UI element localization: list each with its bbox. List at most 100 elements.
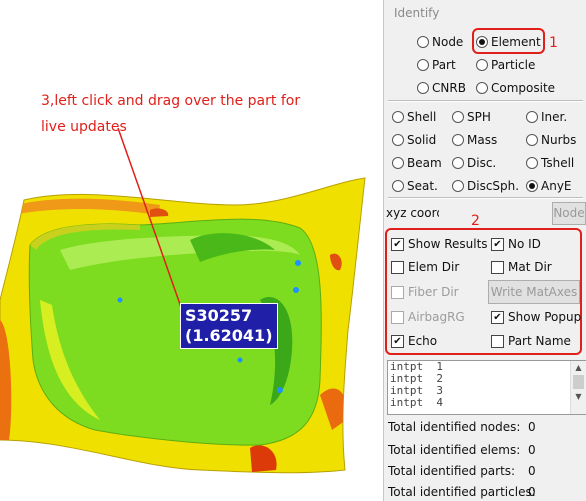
- checkbox-part-name-label: Part Name: [508, 334, 571, 348]
- checkbox-no-id[interactable]: ✔ No ID: [491, 237, 541, 251]
- separator: [388, 197, 583, 199]
- radio-nurbs-circle[interactable]: [526, 134, 538, 146]
- radio-particle-circle[interactable]: [476, 59, 488, 71]
- radio-nurbs[interactable]: Nurbs: [526, 133, 576, 147]
- list-item[interactable]: intpt 4: [388, 397, 586, 409]
- checkbox-echo[interactable]: ✔ Echo: [391, 334, 437, 348]
- checkbox-mat-dir-box[interactable]: [491, 260, 504, 274]
- checkbox-part-name[interactable]: Part Name: [491, 334, 571, 348]
- checkbox-airbagrg-label: AirbagRG: [408, 310, 465, 324]
- stat-particles: Total identified particles: 0: [388, 485, 536, 499]
- part-blue-spot-c: [277, 387, 283, 393]
- checkbox-show-results[interactable]: ✔ Show Results: [391, 237, 488, 251]
- checkbox-mat-dir-label: Mat Dir: [508, 260, 552, 274]
- write-mataxes-button[interactable]: Write MatAxes: [488, 280, 580, 304]
- radio-part[interactable]: Part: [417, 58, 456, 72]
- checkbox-fiber-dir-box[interactable]: [391, 285, 404, 299]
- radio-anye-label: AnyE: [541, 179, 572, 193]
- radio-node-label: Node: [432, 35, 464, 49]
- stat-value: 0: [528, 464, 536, 478]
- node-button[interactable]: Node: [552, 202, 586, 225]
- radio-disc-label: Disc.: [467, 156, 497, 170]
- step-marker-1: 1: [549, 35, 558, 51]
- radio-tshell[interactable]: Tshell: [526, 156, 574, 170]
- annotation-line: 3,left click and drag over the part for: [41, 93, 301, 109]
- radio-disc[interactable]: Disc.: [452, 156, 496, 170]
- radio-seat-circle[interactable]: [392, 180, 404, 192]
- radio-node-circle[interactable]: [417, 36, 429, 48]
- radio-part-label: Part: [432, 58, 456, 72]
- radio-iner-circle[interactable]: [526, 111, 538, 123]
- stat-label: Total identified particles:: [388, 485, 536, 499]
- checkbox-show-results-box[interactable]: ✔: [391, 237, 404, 251]
- checkbox-show-popup-box[interactable]: ✔: [491, 310, 504, 324]
- radio-mass-circle[interactable]: [452, 134, 464, 146]
- radio-sph-circle[interactable]: [452, 111, 464, 123]
- radio-composite-label: Composite: [491, 81, 556, 95]
- radio-beam-circle[interactable]: [392, 157, 404, 169]
- checkbox-fiber-dir[interactable]: Fiber Dir: [391, 285, 459, 299]
- list-item-name: intpt: [390, 396, 424, 409]
- model-viewport[interactable]: 3,left click and drag over the part for …: [0, 0, 383, 501]
- radio-cnrb[interactable]: CNRB: [417, 81, 466, 95]
- checkbox-elem-dir[interactable]: Elem Dir: [391, 260, 459, 274]
- list-item-num: 4: [436, 396, 443, 409]
- radio-particle[interactable]: Particle: [476, 58, 535, 72]
- radio-shell[interactable]: Shell: [392, 110, 436, 124]
- radio-composite[interactable]: Composite: [476, 81, 555, 95]
- xyz-coord-input[interactable]: [439, 201, 553, 225]
- radio-mass[interactable]: Mass: [452, 133, 497, 147]
- stat-value: 0: [528, 420, 536, 434]
- stat-label: Total identified parts:: [388, 464, 516, 478]
- scroll-thumb[interactable]: [573, 375, 584, 389]
- radio-beam[interactable]: Beam: [392, 156, 442, 170]
- stat-label: Total identified nodes:: [388, 420, 521, 434]
- checkbox-mat-dir[interactable]: Mat Dir: [491, 260, 552, 274]
- checkbox-airbagrg[interactable]: AirbagRG: [391, 310, 465, 324]
- radio-disc-circle[interactable]: [452, 157, 464, 169]
- scroll-down-icon[interactable]: ▼: [571, 390, 586, 403]
- radio-cnrb-circle[interactable]: [417, 82, 429, 94]
- radio-solid[interactable]: Solid: [392, 133, 436, 147]
- fringe-plot-part[interactable]: [0, 0, 383, 501]
- checkbox-part-name-box[interactable]: [491, 334, 504, 348]
- intpt-list[interactable]: intpt 1 intpt 2 intpt 3 intpt 4 ▲ ▼: [387, 360, 586, 415]
- radio-part-circle[interactable]: [417, 59, 429, 71]
- checkbox-elem-dir-box[interactable]: [391, 260, 404, 274]
- checkbox-no-id-box[interactable]: ✔: [491, 237, 504, 251]
- radio-iner[interactable]: Iner.: [526, 110, 567, 124]
- radio-iner-label: Iner.: [541, 110, 568, 124]
- panel-title: Identify: [394, 6, 440, 20]
- radio-anye[interactable]: AnyE: [526, 179, 572, 193]
- radio-seat[interactable]: Seat.: [392, 179, 438, 193]
- annotation-line: live updates: [41, 119, 127, 135]
- xyz-coord-label: xyz coord: [386, 206, 444, 220]
- checkbox-echo-label: Echo: [408, 334, 438, 348]
- highlight-box-element: [472, 28, 545, 54]
- radio-anye-circle[interactable]: [526, 180, 538, 192]
- stat-value: 0: [528, 485, 536, 499]
- radio-cnrb-label: CNRB: [432, 81, 466, 95]
- radio-shell-circle[interactable]: [392, 111, 404, 123]
- radio-discsph[interactable]: DiscSph.: [452, 179, 519, 193]
- checkbox-show-popup[interactable]: ✔ Show Popup: [491, 310, 581, 324]
- checkbox-show-popup-label: Show Popup: [508, 310, 582, 324]
- radio-sph[interactable]: SPH: [452, 110, 491, 124]
- checkbox-airbagrg-box[interactable]: [391, 310, 404, 324]
- checkbox-fiber-dir-label: Fiber Dir: [408, 285, 459, 299]
- radio-composite-circle[interactable]: [476, 82, 488, 94]
- step-marker-2: 2: [471, 213, 480, 229]
- radio-solid-circle[interactable]: [392, 134, 404, 146]
- radio-solid-label: Solid: [407, 133, 437, 147]
- radio-tshell-circle[interactable]: [526, 157, 538, 169]
- result-popup: S30257 (1.62041): [180, 303, 278, 349]
- checkbox-echo-box[interactable]: ✔: [391, 334, 404, 348]
- part-blue-spot-d: [117, 297, 123, 303]
- list-scrollbar[interactable]: ▲ ▼: [570, 361, 586, 414]
- radio-discsph-circle[interactable]: [452, 180, 464, 192]
- radio-beam-label: Beam: [407, 156, 442, 170]
- radio-nurbs-label: Nurbs: [541, 133, 577, 147]
- checkbox-elem-dir-label: Elem Dir: [408, 260, 460, 274]
- radio-node[interactable]: Node: [417, 35, 463, 49]
- scroll-up-icon[interactable]: ▲: [571, 361, 586, 374]
